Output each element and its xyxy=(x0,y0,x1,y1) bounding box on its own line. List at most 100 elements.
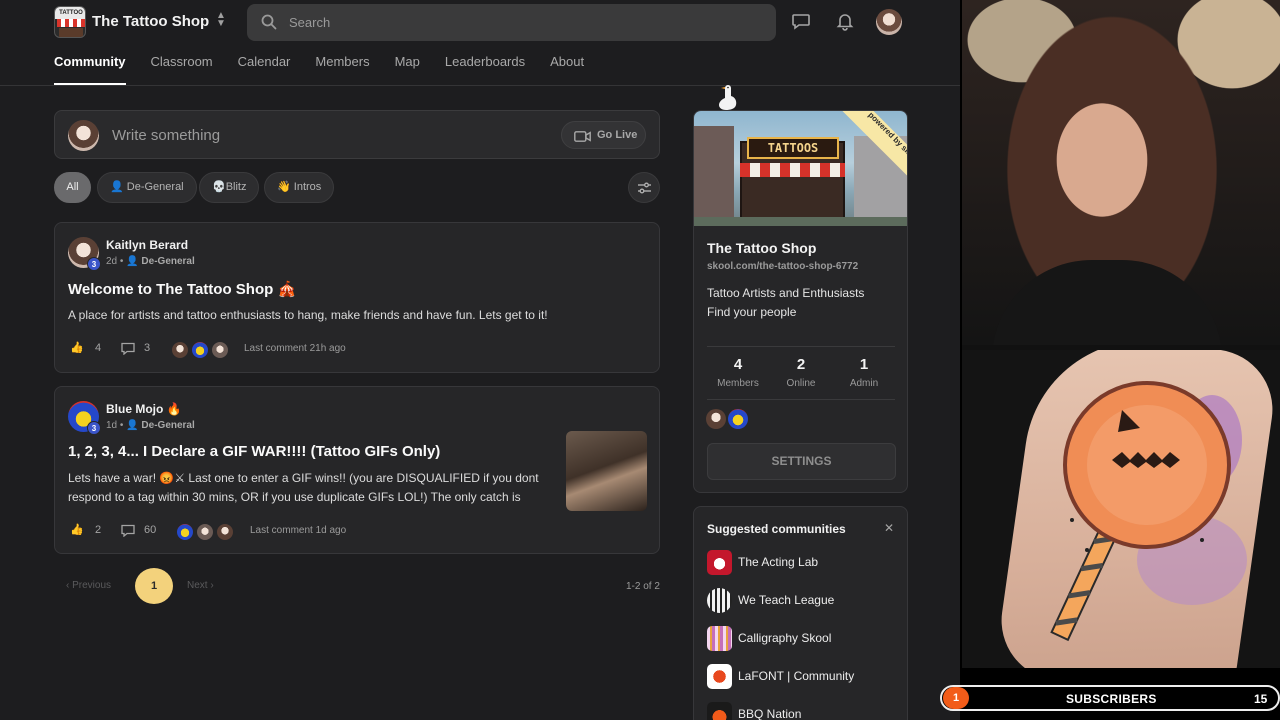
user-avatar[interactable] xyxy=(876,9,902,35)
tab-classroom[interactable]: Classroom xyxy=(151,54,213,86)
stat-members[interactable]: 4 Members xyxy=(707,356,769,389)
commenter-avatar xyxy=(176,523,194,541)
divider xyxy=(707,346,895,347)
filter-de-general[interactable]: 👤 De-General xyxy=(97,172,197,203)
close-icon[interactable]: ✕ xyxy=(884,521,894,535)
tattoo-photo xyxy=(962,350,1280,668)
filter-blitz[interactable]: 💀Blitz xyxy=(199,172,260,203)
composer-avatar xyxy=(68,120,99,151)
wave-icon: 👋 xyxy=(277,181,291,193)
tab-calendar[interactable]: Calendar xyxy=(238,54,291,86)
tab-community[interactable]: Community xyxy=(54,54,126,86)
post-time: 2d xyxy=(106,256,118,267)
community-name: The Acting Lab xyxy=(738,555,819,569)
skull-icon: 💀 xyxy=(212,181,226,193)
post-meta: 2d • 👤 De-General xyxy=(106,256,195,267)
stat-label: Members xyxy=(717,378,759,389)
community-icon xyxy=(707,702,732,720)
tab-members[interactable]: Members xyxy=(315,54,369,86)
suggested-community-item[interactable]: Calligraphy Skool xyxy=(707,626,902,652)
sliders-icon xyxy=(638,182,651,194)
page-number-current[interactable]: 1 xyxy=(135,568,173,604)
chevron-right-icon: › xyxy=(210,580,214,591)
post-author[interactable]: Kaitlyn Berard xyxy=(106,238,188,252)
skool-app: TATTOO The Tattoo Shop ▲▼ Community Clas… xyxy=(0,0,960,720)
suggested-community-item[interactable]: LaFONT | Community xyxy=(707,664,902,690)
results-range: 1-2 of 2 xyxy=(626,581,660,592)
post-card[interactable]: 3 Kaitlyn Berard 2d • 👤 De-General Welco… xyxy=(54,222,660,373)
group-switcher-icon[interactable]: ▲ ▼ xyxy=(214,11,228,30)
post-composer[interactable]: Write something Go Live xyxy=(54,110,660,159)
like-icon[interactable]: 👍 xyxy=(70,523,84,536)
post-meta: 1d • 👤 De-General xyxy=(106,420,195,431)
filter-settings-button[interactable] xyxy=(628,172,660,203)
stat-value: 1 xyxy=(859,356,869,373)
lollipop-tattoo-art xyxy=(1050,381,1247,642)
post-thumbnail-image[interactable] xyxy=(566,431,647,511)
member-avatar[interactable] xyxy=(706,409,726,429)
chevron-left-icon: ‹ xyxy=(66,580,70,591)
post-body-line: Lets have a war! 😡⚔ Last one to enter a … xyxy=(68,471,539,485)
commenter-avatar xyxy=(171,341,189,359)
goose-mascot-icon xyxy=(719,85,737,110)
filter-label: Intros xyxy=(293,181,322,193)
next-label: Next xyxy=(187,580,208,591)
community-icon xyxy=(707,626,732,651)
post-title[interactable]: 1, 2, 3, 4... I Declare a GIF WAR!!!! (T… xyxy=(68,443,440,460)
post-author[interactable]: Blue Mojo 🔥 xyxy=(106,402,182,416)
tab-leaderboards[interactable]: Leaderboards xyxy=(445,54,525,86)
post-actions: 👍 4 3 Last comment 21h ago xyxy=(68,341,648,359)
search-icon xyxy=(261,14,277,30)
comment-icon[interactable] xyxy=(121,524,135,537)
composer-placeholder[interactable]: Write something xyxy=(112,127,220,144)
community-icon xyxy=(707,588,732,613)
stat-admin[interactable]: 1 Admin xyxy=(833,356,895,389)
community-name: Calligraphy Skool xyxy=(738,631,832,645)
people-icon: 👤 xyxy=(126,256,139,267)
go-live-button[interactable]: Go Live xyxy=(561,121,646,149)
filter-all[interactable]: All xyxy=(54,172,91,203)
cover-awning xyxy=(740,163,845,177)
post-category[interactable]: De-General xyxy=(141,256,194,267)
post-time: 1d xyxy=(106,420,118,431)
previous-page-button[interactable]: ‹ Previous xyxy=(66,568,111,604)
community-icon xyxy=(707,664,732,689)
stat-online[interactable]: 2 Online xyxy=(770,356,832,389)
post-body-line: respond to a tag within 30 mins, OR if y… xyxy=(68,490,521,504)
logo-storefront xyxy=(59,28,83,37)
tab-about[interactable]: About xyxy=(550,54,584,86)
suggested-community-item[interactable]: We Teach League xyxy=(707,588,902,614)
settings-button[interactable]: SETTINGS xyxy=(707,443,896,480)
like-count: 2 xyxy=(95,524,102,536)
post-category[interactable]: De-General xyxy=(141,420,194,431)
tab-map[interactable]: Map xyxy=(395,54,420,86)
like-icon[interactable]: 👍 xyxy=(70,341,84,354)
cover-building xyxy=(694,126,734,226)
member-avatar[interactable] xyxy=(728,409,748,429)
subscriber-goal: 15 xyxy=(1254,692,1268,706)
suggested-community-item[interactable]: BBQ Nation xyxy=(707,702,902,720)
filter-intros[interactable]: 👋 Intros xyxy=(264,172,335,203)
chat-icon[interactable] xyxy=(791,11,811,31)
group-name[interactable]: The Tattoo Shop xyxy=(92,13,209,30)
comment-icon[interactable] xyxy=(121,342,135,355)
post-title[interactable]: Welcome to The Tattoo Shop 🎪 xyxy=(68,280,296,298)
post-card[interactable]: 3 Blue Mojo 🔥 1d • 👤 De-General 1, 2, 3,… xyxy=(54,386,660,554)
group-logo[interactable]: TATTOO xyxy=(54,6,86,38)
suggested-title: Suggested communities xyxy=(707,522,846,536)
subscriber-count: 1 xyxy=(943,687,969,709)
community-name: LaFONT | Community xyxy=(738,669,855,683)
group-url[interactable]: skool.com/the-tattoo-shop-6772 xyxy=(707,261,858,272)
webcam-person xyxy=(992,260,1222,345)
group-about-card: TATTOOS powered by skool The Tattoo Shop… xyxy=(693,110,908,493)
search-bar[interactable] xyxy=(247,4,776,41)
go-live-label: Go Live xyxy=(597,129,638,141)
next-page-button[interactable]: Next › xyxy=(187,568,214,604)
search-input[interactable] xyxy=(289,4,759,41)
post-body: Lets have a war! 😡⚔ Last one to enter a … xyxy=(68,469,539,507)
suggested-community-item[interactable]: The Acting Lab xyxy=(707,550,902,576)
cover-ground xyxy=(694,217,907,226)
bell-icon[interactable] xyxy=(835,11,855,31)
commenter-avatar xyxy=(196,523,214,541)
logo-awning xyxy=(57,19,85,27)
